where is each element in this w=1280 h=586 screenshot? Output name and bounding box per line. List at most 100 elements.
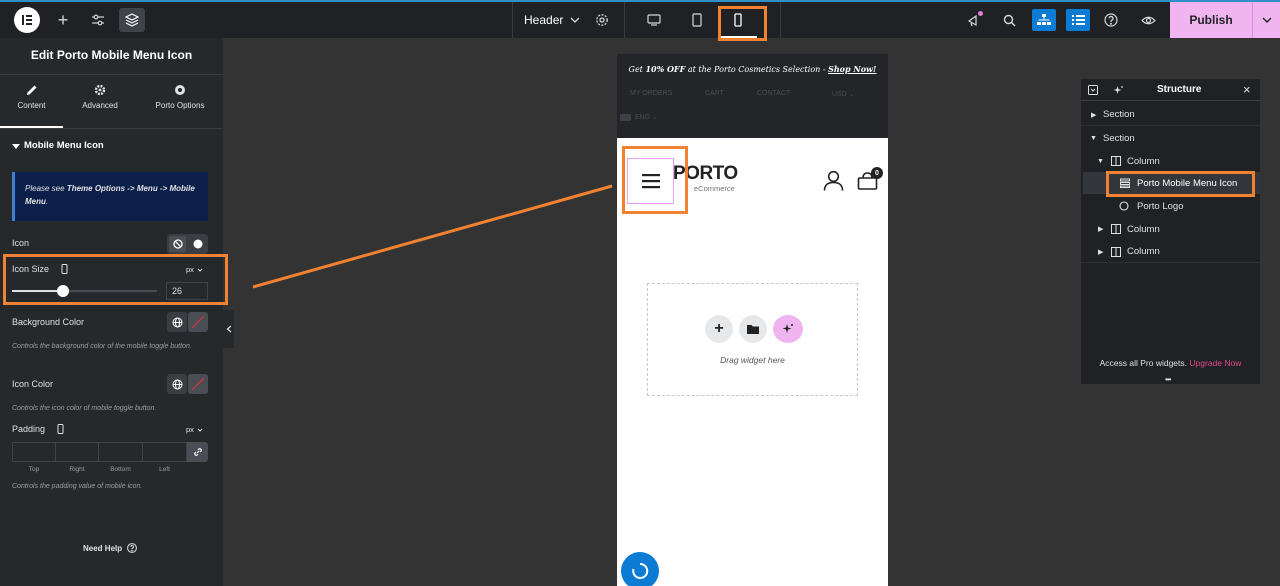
panel-title: Edit Porto Mobile Menu Icon (30, 48, 193, 62)
site-settings-icon[interactable] (87, 9, 109, 31)
tablet-view-icon[interactable] (687, 10, 707, 30)
notice-suffix: . (45, 197, 49, 206)
padding-unit-select[interactable]: px (186, 425, 203, 434)
promo-prefix: Get (628, 65, 646, 74)
upgrade-now-link[interactable]: Upgrade Now (1189, 358, 1241, 368)
padding-description: Controls the padding value of mobile ico… (12, 483, 143, 490)
flag-icon (620, 113, 631, 121)
structure-item-porto-logo[interactable]: Porto Logo (1081, 195, 1260, 217)
preview-eye-icon[interactable] (1138, 10, 1158, 30)
promo-middle: at the Porto Cosmetics Selection - (685, 65, 829, 74)
bg-color-label: Background Color (12, 317, 85, 327)
ai-generate-button[interactable] (773, 315, 803, 343)
floating-assistant-button[interactable] (621, 552, 659, 586)
preview-topbar: Get 10% OFF at the Porto Cosmetics Selec… (617, 54, 888, 138)
promo-link[interactable]: Shop Now! (828, 64, 876, 74)
template-library-button[interactable] (739, 315, 767, 343)
caret-right-icon: ▶ (1091, 111, 1097, 119)
tab-content-label: Content (17, 101, 46, 110)
padding-bottom-input[interactable] (98, 442, 143, 462)
language-switcher[interactable]: ENG ⌄ (620, 113, 658, 121)
structure-resize-handle[interactable]: ••• (1165, 375, 1171, 384)
ai-sparkle-icon[interactable] (1113, 85, 1124, 96)
structure-item-label: Column (1127, 223, 1160, 235)
section-title: Mobile Menu Icon (24, 140, 104, 151)
dot-icon (193, 239, 203, 249)
folder-icon (747, 325, 759, 334)
document-settings-icon[interactable] (592, 10, 612, 30)
language-label: ENG (635, 113, 651, 121)
padding-link-button[interactable] (187, 442, 208, 462)
publish-options-button[interactable] (1252, 2, 1280, 38)
structure-toggle-icon[interactable] (1066, 9, 1090, 31)
elementor-logo-icon[interactable] (14, 7, 40, 33)
collapse-box-icon[interactable] (1088, 85, 1098, 95)
tab-advanced[interactable]: Advanced (70, 84, 130, 128)
help-circle-icon (127, 543, 138, 553)
caret-down-icon: ▼ (1097, 157, 1104, 165)
panel-collapse-button[interactable] (223, 310, 234, 348)
pencil-icon (26, 85, 36, 95)
highlight-hamburger (622, 146, 688, 214)
tab-porto-options[interactable]: Porto Options (145, 84, 215, 128)
add-widget-button[interactable]: + (705, 315, 733, 343)
structure-item-column[interactable]: ▶ Column (1081, 241, 1260, 263)
user-account-icon[interactable] (823, 170, 844, 191)
layers-icon[interactable] (119, 8, 145, 32)
column-icon (1111, 224, 1121, 234)
structure-item-label: Column (1127, 155, 1160, 167)
circle-icon (175, 85, 185, 95)
no-icon-option[interactable] (169, 236, 186, 252)
currency-switcher[interactable]: USD ⌄ (832, 90, 855, 98)
icon-color-description: Controls the icon color of mobile toggle… (12, 405, 157, 412)
refresh-icon (632, 562, 649, 579)
editor-panel: Edit Porto Mobile Menu Icon Content Adva… (0, 38, 223, 586)
structure-header: Structure × (1081, 79, 1260, 101)
mobile-device-icon[interactable] (57, 424, 64, 434)
padding-left-label: Left (159, 466, 170, 473)
padding-top-input[interactable] (12, 442, 56, 462)
add-element-icon[interactable]: + (52, 9, 74, 31)
icon-color-global-button[interactable] (167, 374, 187, 394)
site-structure-icon[interactable] (1032, 9, 1056, 31)
nav-link-my-orders[interactable]: MY ORDERS (630, 90, 672, 97)
close-icon[interactable]: × (1243, 82, 1251, 97)
padding-label: Padding (12, 424, 46, 434)
currency-label: USD (832, 91, 847, 98)
tabs-divider (0, 128, 223, 129)
highlight-mobile-view (718, 6, 767, 41)
panel-header-divider (0, 74, 223, 75)
document-name: Header (524, 13, 564, 27)
nav-link-contact[interactable]: CONTACT (757, 90, 790, 97)
search-icon[interactable] (999, 10, 1019, 30)
empty-drop-zone[interactable]: + Drag widget here (647, 283, 858, 396)
structure-item-column[interactable]: ▶ Column (1081, 218, 1260, 240)
desktop-view-icon[interactable] (644, 10, 664, 30)
bg-color-swatch[interactable] (188, 312, 208, 332)
section-header[interactable]: Mobile Menu Icon (12, 140, 104, 151)
notice-box: Please see Theme Options -> Menu -> Mobi… (12, 172, 208, 221)
chevron-down-icon (197, 428, 203, 432)
help-icon[interactable] (1101, 10, 1121, 30)
structure-item-section[interactable]: ▼ Section (1081, 127, 1260, 149)
structure-item-column[interactable]: ▼ Column (1081, 150, 1260, 172)
icon-color-swatch[interactable] (188, 374, 208, 394)
sparkle-icon (782, 324, 793, 333)
whats-new-icon[interactable] (964, 10, 984, 30)
mobile-preview-frame: Get 10% OFF at the Porto Cosmetics Selec… (617, 54, 888, 586)
padding-right-input[interactable] (55, 442, 99, 462)
drag-widget-hint: Drag widget here (720, 355, 785, 365)
cart-count-badge: 0 (871, 167, 883, 179)
publish-button[interactable]: Publish (1170, 2, 1252, 38)
bg-color-global-button[interactable] (167, 312, 187, 332)
structure-item-section[interactable]: ▶ Section (1081, 104, 1260, 126)
caret-down-icon (12, 143, 20, 149)
nav-link-cart[interactable]: CART (705, 90, 724, 97)
structure-title: Structure (1157, 84, 1202, 95)
icon-option[interactable] (190, 236, 206, 252)
padding-left-input[interactable] (142, 442, 187, 462)
need-help-link[interactable]: Need Help (83, 543, 138, 553)
highlight-structure-item (1106, 171, 1255, 197)
bg-color-description: Controls the background color of the mob… (12, 343, 192, 350)
tab-content[interactable]: Content (0, 84, 63, 128)
